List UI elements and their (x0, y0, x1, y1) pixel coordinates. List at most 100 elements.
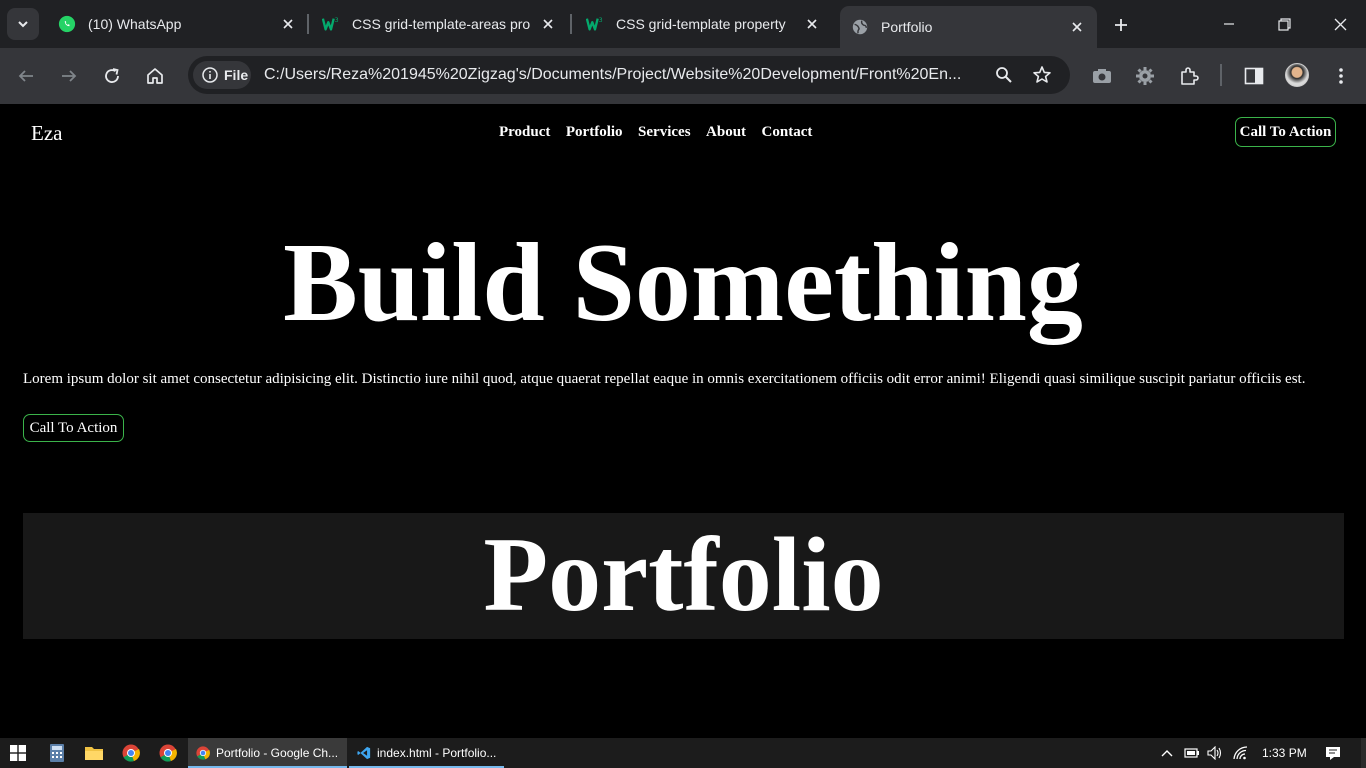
chevron-up-icon (1161, 750, 1173, 757)
close-tab-icon[interactable] (278, 14, 298, 34)
hero-title: Build Something (283, 221, 1083, 345)
volume-control[interactable] (1207, 745, 1223, 761)
chrome-icon (196, 746, 210, 760)
tab-separator (307, 14, 309, 34)
tab-css-grid-template-property[interactable]: 3 CSS grid-template property (586, 8, 822, 40)
site-info-label: File (224, 67, 249, 83)
chrome-pinned-app[interactable] (156, 741, 180, 765)
hero-description: Lorem ipsum dolor sit amet consectetur a… (23, 371, 1306, 387)
svg-text:3: 3 (335, 17, 339, 24)
tab-search-button[interactable] (7, 8, 39, 40)
forward-button[interactable] (55, 62, 83, 90)
taskbar-app-label: index.html - Portfolio... (377, 746, 497, 760)
reload-button[interactable] (98, 62, 126, 90)
side-panel-icon (1244, 67, 1264, 85)
hero-cta-button[interactable]: Call To Action (23, 414, 124, 442)
close-tab-icon[interactable] (1067, 17, 1087, 37)
notification-icon (1326, 746, 1340, 760)
nav-item-portfolio[interactable]: Portfolio (566, 124, 623, 141)
show-desktop-button[interactable] (1361, 738, 1366, 768)
profile-avatar[interactable] (1285, 63, 1309, 87)
tab-title: CSS grid-template-areas pro (352, 16, 530, 32)
close-icon (1334, 18, 1346, 30)
action-center-button[interactable] (1325, 745, 1341, 761)
close-window-button[interactable] (1326, 10, 1354, 38)
tab-whatsapp[interactable]: (10) WhatsApp (58, 8, 298, 40)
chevron-down-icon (18, 21, 28, 28)
nav-item-product[interactable]: Product (499, 124, 550, 141)
file-explorer-app[interactable] (82, 741, 106, 765)
puzzle-icon (1181, 67, 1199, 85)
page-viewport: Eza Product Portfolio Services About Con… (0, 104, 1366, 738)
globe-icon (852, 19, 868, 35)
star-icon (1033, 66, 1051, 83)
file-explorer-icon (85, 747, 103, 760)
more-vertical-icon (1339, 68, 1343, 84)
bookmark-button[interactable] (1028, 61, 1056, 89)
arrow-right-icon (62, 70, 77, 82)
windows-taskbar: Portfolio - Google Ch... index.html - Po… (0, 738, 1366, 768)
extensions-button[interactable] (1175, 62, 1203, 90)
gear-icon (1136, 67, 1154, 85)
site-info-chip[interactable]: File (193, 61, 251, 89)
taskbar-vscode-window[interactable]: index.html - Portfolio... (349, 738, 504, 768)
calculator-icon (50, 744, 64, 762)
taskbar-clock[interactable]: 1:33 PM (1262, 746, 1307, 760)
nav-item-services[interactable]: Services (638, 124, 690, 141)
taskbar-chrome-window[interactable]: Portfolio - Google Ch... (188, 738, 347, 768)
site-logo[interactable]: Eza (31, 121, 62, 146)
svg-text:3: 3 (599, 17, 603, 24)
browser-tabstrip: (10) WhatsApp 3 CSS grid-template-areas … (0, 0, 1366, 48)
volume-icon (1207, 746, 1222, 760)
toolbar-divider (1220, 64, 1222, 86)
camera-icon (1093, 69, 1111, 83)
search-icon (996, 67, 1012, 83)
start-button[interactable] (6, 741, 30, 765)
home-button[interactable] (141, 62, 169, 90)
address-bar[interactable]: File C:/Users/Reza%201945%20Zigzag's/Doc… (188, 56, 1070, 94)
tab-title: Portfolio (881, 19, 933, 35)
close-tab-icon[interactable] (802, 14, 822, 34)
chrome-icon (159, 744, 177, 762)
browser-toolbar: File C:/Users/Reza%201945%20Zigzag's/Doc… (0, 48, 1366, 104)
browser-menu-button[interactable] (1327, 62, 1355, 90)
w3schools-icon: 3 (586, 17, 603, 31)
calculator-app[interactable] (45, 741, 69, 765)
chrome-icon (122, 744, 140, 762)
windows-start-icon (10, 745, 26, 761)
info-icon (202, 67, 218, 83)
restore-button[interactable] (1270, 10, 1298, 38)
whatsapp-icon (58, 15, 76, 33)
vscode-icon (357, 746, 371, 760)
url-text[interactable]: C:/Users/Reza%201945%20Zigzag's/Document… (264, 66, 984, 84)
network-status[interactable] (1233, 745, 1249, 761)
arrow-left-icon (18, 70, 33, 82)
tab-css-grid-template-areas[interactable]: 3 CSS grid-template-areas pro (322, 8, 558, 40)
settings-extension-button[interactable] (1131, 62, 1159, 90)
tab-separator (570, 14, 572, 34)
minimize-icon (1224, 23, 1234, 25)
tab-title: CSS grid-template property (616, 16, 786, 32)
header-cta-button[interactable]: Call To Action (1235, 117, 1336, 147)
battery-status[interactable] (1184, 745, 1200, 761)
portfolio-section-title: Portfolio (23, 513, 1344, 639)
new-tab-button[interactable] (1108, 12, 1134, 38)
screenshot-extension-button[interactable] (1088, 62, 1116, 90)
taskbar-app-label: Portfolio - Google Ch... (216, 746, 339, 760)
restore-icon (1277, 17, 1291, 31)
close-tab-icon[interactable] (538, 14, 558, 34)
plus-icon (1115, 19, 1127, 31)
tab-portfolio[interactable]: Portfolio (840, 6, 1097, 48)
home-icon (147, 68, 163, 84)
back-button[interactable] (12, 62, 40, 90)
w3schools-icon: 3 (322, 17, 339, 31)
side-panel-button[interactable] (1240, 62, 1268, 90)
show-hidden-icons-button[interactable] (1159, 745, 1175, 761)
nav-item-contact[interactable]: Contact (762, 124, 813, 141)
nav-item-about[interactable]: About (706, 124, 746, 141)
zoom-button[interactable] (990, 61, 1018, 89)
chrome-pinned-app[interactable] (119, 741, 143, 765)
minimize-button[interactable] (1215, 10, 1243, 38)
wifi-icon (1233, 746, 1248, 760)
tab-title: (10) WhatsApp (88, 16, 182, 32)
